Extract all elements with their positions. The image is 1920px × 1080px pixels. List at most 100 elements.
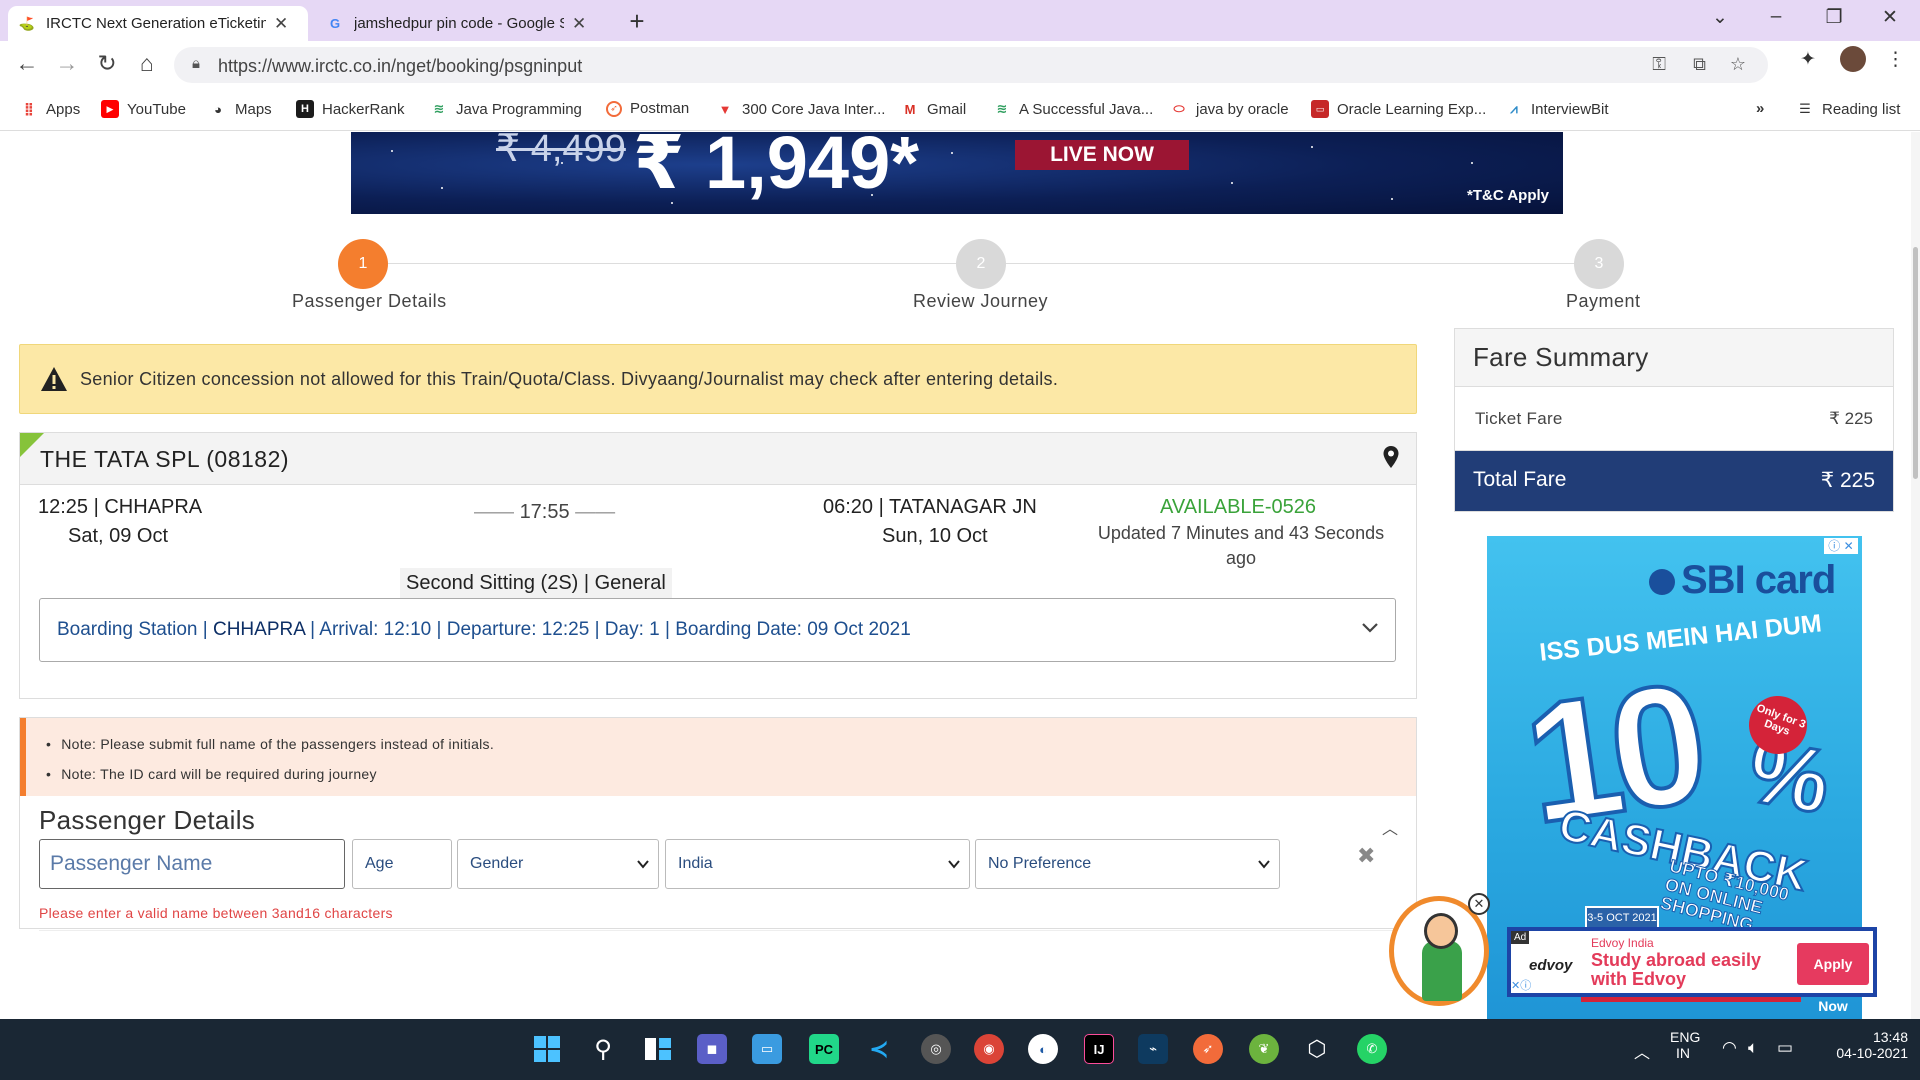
wifi-icon[interactable]: ◠ <box>1722 1038 1737 1058</box>
maximize-button[interactable]: ❐ <box>1820 6 1848 29</box>
step-1-label: Passenger Details <box>292 291 447 311</box>
task-view-icon[interactable] <box>643 1034 673 1064</box>
chevron-down-icon[interactable] <box>1361 619 1379 637</box>
intellij-icon[interactable]: IJ <box>1084 1034 1114 1064</box>
tab-google-search[interactable]: G jamshedpur pin code - Google Search ✕ <box>316 6 606 41</box>
close-window-button[interactable]: ✕ <box>1876 6 1904 29</box>
apps-grid-icon: ⣿ <box>23 101 35 116</box>
map-pin-icon[interactable] <box>1382 445 1400 469</box>
vscode-icon[interactable]: ≺ <box>864 1034 894 1064</box>
train-card: THE TATA SPL (08182) 12:25 | CHHAPRA Sat… <box>19 432 1417 699</box>
windows-taskbar: ⚲ ◼ ▭ PC ≺ ◎ ◉ ◐ IJ ⌁ ➶ ❦ ⬡ ✆ ︿ ENG IN ◠ … <box>0 1019 1920 1080</box>
new-tab-button[interactable]: + <box>622 6 652 37</box>
bookmark-interviewbit[interactable]: ⩘ InterviewBit <box>1505 100 1608 118</box>
journey-duration: —— 17:55 —— <box>474 501 616 523</box>
signal-icon[interactable]: ◐ <box>1028 1034 1058 1064</box>
gender-select[interactable]: Gender <box>457 839 659 889</box>
ad-label: Ad <box>1511 931 1530 944</box>
pycharm-icon[interactable]: PC <box>809 1034 839 1064</box>
boarding-station-select[interactable]: Boarding Station | CHHAPRA | Arrival: 12… <box>39 598 1396 662</box>
search-icon[interactable]: ⚲ <box>588 1034 618 1064</box>
edvoy-ad[interactable]: Ad edvoy Edvoy India Study abroad easily… <box>1507 927 1877 1014</box>
bookmark-youtube[interactable]: ▶ YouTube <box>101 100 186 118</box>
promo-banner[interactable]: ₹ 4,499 ₹ 1,949* LIVE NOW *T&C Apply <box>351 132 1563 214</box>
virtualbox-icon[interactable]: ⬡ <box>1302 1034 1332 1064</box>
bookmark-star-icon[interactable]: ☆ <box>1730 54 1746 75</box>
bookmark-core-java[interactable]: ▼ 300 Core Java Inter... <box>716 100 886 118</box>
passenger-section: Note: Please submit full name of the pas… <box>19 717 1417 931</box>
bookmark-java-oracle[interactable]: ⬭ java by oracle <box>1170 100 1288 118</box>
battery-icon[interactable]: ▭ <box>1777 1038 1793 1058</box>
reading-list-icon: ☰ <box>1799 101 1811 116</box>
menu-kebab-icon[interactable]: ⋮ <box>1886 48 1905 71</box>
postman-app-icon[interactable]: ➶ <box>1193 1034 1223 1064</box>
teams-chat-icon[interactable]: ◼ <box>697 1034 727 1064</box>
arrival-date: Sun, 10 Oct <box>882 525 988 547</box>
oracle-icon: ⬭ <box>1173 101 1185 116</box>
extensions-puzzle-icon[interactable]: ✦ <box>1800 48 1816 71</box>
minimize-button[interactable]: – <box>1762 6 1790 28</box>
reload-icon[interactable]: ↻ <box>92 50 122 77</box>
nationality-select[interactable]: India <box>665 839 970 889</box>
scrollbar-thumb[interactable] <box>1913 247 1918 479</box>
bookmark-successful-java[interactable]: ≋ A Successful Java... <box>993 100 1154 118</box>
passenger-name-input[interactable]: Passenger Name <box>39 839 345 889</box>
train-header: THE TATA SPL (08182) <box>20 433 1416 485</box>
disha-chatbot-avatar[interactable]: ✕ <box>1389 893 1490 1006</box>
address-bar[interactable]: 🔒︎ https://www.irctc.co.in/nget/booking/… <box>174 47 1768 83</box>
step-2-label: Review Journey <box>913 291 1049 311</box>
bookmark-java-programming[interactable]: ≋ Java Programming <box>430 100 582 118</box>
close-chatbot-icon[interactable]: ✕ <box>1468 893 1490 915</box>
chevron-down-icon <box>948 860 960 869</box>
clock[interactable]: 13:48 04-10-2021 <box>1828 1029 1908 1061</box>
tab-search-chevron-icon[interactable]: ⌄ <box>1706 6 1734 29</box>
bookmark-postman[interactable]: ➶ Postman <box>606 100 689 117</box>
open-external-icon[interactable]: ⧉ <box>1693 54 1706 75</box>
ticket-fare-value: ₹ 225 <box>1829 409 1873 428</box>
browser-chrome: ⛳ IRCTC Next Generation eTicketing ✕ G j… <box>0 0 1920 132</box>
maps-globe-icon: ◕ <box>214 101 222 117</box>
interviewbit-icon: ⩘ <box>1510 101 1518 116</box>
tab-irctc[interactable]: ⛳ IRCTC Next Generation eTicketing ✕ <box>8 6 308 41</box>
lock-icon[interactable]: 🔒︎ <box>192 55 200 72</box>
desktop-icon[interactable]: ▭ <box>752 1034 782 1064</box>
bookmark-apps[interactable]: ⣿ Apps <box>20 100 80 118</box>
bookmark-hackerrank[interactable]: H HackerRank <box>296 100 405 118</box>
tab-title: jamshedpur pin code - Google Search <box>354 15 564 32</box>
home-icon[interactable]: ⌂ <box>132 50 162 77</box>
edvoy-copy: Study abroad easily with Edvoy <box>1591 950 1762 989</box>
ad-choices-close-icon[interactable]: ⓘ ✕ <box>1824 538 1858 554</box>
collapse-caret-icon[interactable]: ︿ <box>1382 815 1398 839</box>
sbi-card-logo: SBI card <box>1649 558 1836 603</box>
spring-tool-icon[interactable]: ❦ <box>1249 1034 1279 1064</box>
url-text[interactable]: https://www.irctc.co.in/nget/booking/psg… <box>218 56 582 77</box>
key-icon[interactable]: ⚿ <box>1652 54 1666 75</box>
chrome-icon[interactable]: ◉ <box>974 1034 1004 1064</box>
profile-avatar[interactable] <box>1840 46 1866 72</box>
back-arrow-icon[interactable]: ← <box>12 50 42 77</box>
start-windows-icon[interactable] <box>532 1034 562 1064</box>
bookmark-gmail[interactable]: M Gmail <box>901 100 967 118</box>
ad-close-info-icon[interactable]: ✕ⓘ <box>1511 977 1531 993</box>
remove-passenger-icon[interactable]: ✖ <box>1357 843 1375 869</box>
age-input[interactable]: Age <box>352 839 452 889</box>
language-indicator[interactable]: ENG IN <box>1670 1029 1700 1061</box>
terminal-icon[interactable]: ⌁ <box>1138 1034 1168 1064</box>
whatsapp-icon[interactable]: ✆ <box>1357 1034 1387 1064</box>
bookmark-oracle-learning[interactable]: ▭ Oracle Learning Exp... <box>1311 100 1486 118</box>
reading-list-button[interactable]: ☰ Reading list <box>1796 100 1900 118</box>
availability-status: AVAILABLE-0526 <box>1160 496 1317 518</box>
bookmark-maps[interactable]: ◕ Maps <box>209 100 272 118</box>
close-tab-icon[interactable]: ✕ <box>274 14 288 34</box>
berth-preference-select[interactable]: No Preference <box>975 839 1280 889</box>
show-hidden-icons-icon[interactable]: ︿ <box>1634 1039 1650 1063</box>
forward-arrow-icon[interactable]: → <box>52 50 82 77</box>
page-scrollbar[interactable] <box>1911 132 1920 1019</box>
fare-summary-panel: Fare Summary Ticket Fare ₹ 225 Total Far… <box>1454 328 1894 512</box>
chrome-canary-icon[interactable]: ◎ <box>921 1034 951 1064</box>
bookmarks-more-icon[interactable]: » <box>1756 100 1764 117</box>
volume-icon[interactable]: 🔈︎ <box>1748 1038 1758 1058</box>
fare-summary-header: Fare Summary <box>1455 329 1893 387</box>
close-tab-icon[interactable]: ✕ <box>572 14 586 34</box>
apply-now-button[interactable]: Apply Now <box>1797 943 1869 1014</box>
